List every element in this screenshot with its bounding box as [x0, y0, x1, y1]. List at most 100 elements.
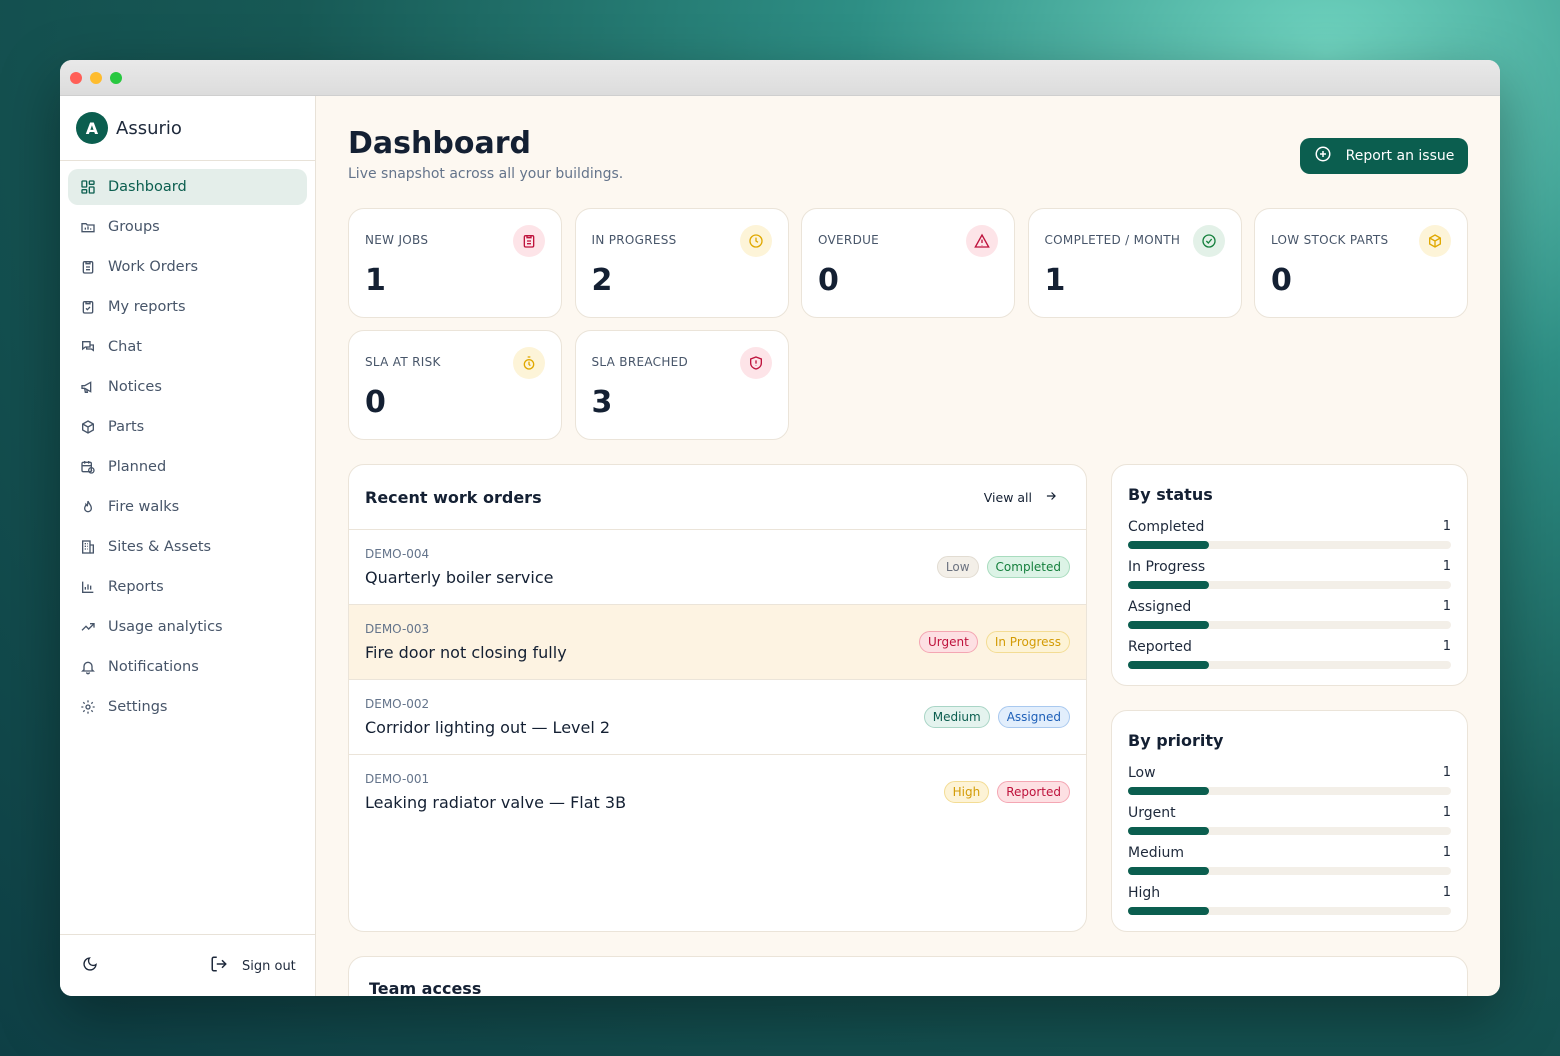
progress-fill — [1128, 541, 1209, 549]
stat-card-completed-month[interactable]: COMPLETED / MONTH 1 — [1027, 208, 1242, 318]
package-icon — [1419, 225, 1451, 257]
view-all-label: View all — [983, 490, 1032, 505]
moon-icon — [82, 956, 98, 976]
work-order-badges: Medium Assigned — [916, 706, 1070, 728]
stat-value: 3 — [591, 385, 613, 420]
status-badge: Assigned — [997, 706, 1070, 728]
stat-value: 1 — [1044, 263, 1066, 298]
stat-label: OVERDUE — [818, 233, 880, 247]
stat-card-in-progress[interactable]: IN PROGRESS 2 — [574, 208, 789, 318]
card-title: By status — [1128, 485, 1213, 504]
minimize-window-button[interactable] — [90, 72, 102, 84]
work-order-title: Fire door not closing fully — [365, 643, 567, 662]
sign-out-label: Sign out — [242, 958, 296, 974]
stat-value: 0 — [365, 385, 386, 420]
sidebar-item-notifications[interactable]: Notifications — [68, 649, 307, 685]
sidebar-item-planned[interactable]: Planned — [68, 449, 307, 485]
breakdown-label: Completed — [1128, 519, 1205, 535]
work-order-row[interactable]: DEMO-001 Leaking radiator valve — Flat 3B… — [349, 755, 1086, 830]
by-priority-card: By priority Low 1 Urgent 1 Medium 1 High 1 — [1111, 710, 1468, 932]
brand-name: Assurio — [116, 117, 182, 139]
stat-card-sla-at-risk[interactable]: SLA AT RISK 0 — [348, 330, 562, 440]
sidebar-item-groups[interactable]: Groups — [68, 209, 307, 245]
sidebar-item-sites-assets[interactable]: Sites & Assets — [68, 529, 307, 565]
sidebar-item-label: Fire walks — [108, 499, 180, 515]
close-window-button[interactable] — [70, 72, 82, 84]
priority-badge: Medium — [923, 706, 990, 728]
plus-circle-icon — [1314, 145, 1346, 167]
stat-value: 0 — [818, 263, 839, 298]
clipboard-icon — [80, 259, 96, 275]
progress-track — [1128, 581, 1451, 589]
stat-value: 1 — [365, 263, 386, 298]
sidebar-item-my-reports[interactable]: My reports — [68, 289, 307, 325]
sidebar-item-fire-walks[interactable]: Fire walks — [68, 489, 307, 525]
view-all-link[interactable]: View all — [984, 489, 1058, 506]
building-icon — [80, 539, 96, 555]
stat-card-sla-breached[interactable]: SLA BREACHED 3 — [574, 330, 789, 440]
work-order-title: Quarterly boiler service — [365, 568, 554, 587]
maximize-window-button[interactable] — [110, 72, 122, 84]
check-circle-icon — [1192, 225, 1225, 257]
breakdown-label: High — [1128, 885, 1161, 901]
sidebar-item-label: My reports — [108, 299, 186, 315]
stat-label: SLA BREACHED — [591, 355, 689, 369]
trending-up-icon — [80, 619, 96, 635]
work-order-id: DEMO-004 — [365, 547, 430, 561]
stat-card-overdue[interactable]: OVERDUE 0 — [801, 208, 1015, 318]
app-window: A Assurio Dashboard Groups Work Orders My r… — [60, 60, 1500, 996]
dashboard-icon — [80, 179, 96, 195]
breakdown-row: Reported 1 — [1128, 639, 1451, 673]
shield-alert-icon — [739, 347, 772, 379]
work-order-title: Corridor lighting out — Level 2 — [365, 718, 611, 737]
sidebar-item-parts[interactable]: Parts — [68, 409, 307, 445]
brand-logo: A — [76, 112, 108, 144]
stat-card-new-jobs[interactable]: NEW JOBS 1 — [348, 208, 562, 318]
breakdown-count: 1 — [1442, 765, 1451, 780]
breakdown-count: 1 — [1442, 805, 1451, 820]
sidebar-item-chat[interactable]: Chat — [68, 329, 307, 365]
work-order-id: DEMO-001 — [365, 772, 430, 786]
divider — [60, 934, 315, 935]
priority-badge: High — [943, 781, 990, 803]
breakdown-count: 1 — [1442, 845, 1451, 860]
sidebar-item-label: Groups — [108, 219, 160, 235]
progress-fill — [1128, 621, 1209, 629]
work-order-row[interactable]: DEMO-002 Corridor lighting out — Level 2 M… — [349, 680, 1086, 755]
stat-label: IN PROGRESS — [591, 233, 677, 247]
breakdown-label: Low — [1128, 765, 1156, 781]
breakdown-label: In Progress — [1128, 559, 1206, 575]
megaphone-icon — [80, 379, 96, 395]
work-order-badges: High Reported — [936, 781, 1070, 803]
stat-label: COMPLETED / MONTH — [1044, 233, 1181, 247]
breakdown-count: 1 — [1442, 559, 1451, 574]
progress-fill — [1128, 827, 1209, 835]
stat-card-low-stock-parts[interactable]: LOW STOCK PARTS 0 — [1254, 208, 1468, 318]
recent-work-orders-card: Recent work orders View all DEMO-004 Quar… — [348, 464, 1087, 932]
sidebar-item-reports[interactable]: Reports — [68, 569, 307, 605]
sign-out-button[interactable]: Sign out — [210, 954, 296, 978]
sidebar-item-usage-analytics[interactable]: Usage analytics — [68, 609, 307, 645]
sidebar-item-dashboard[interactable]: Dashboard — [68, 169, 307, 205]
timer-icon — [513, 347, 545, 379]
work-order-id: DEMO-003 — [365, 622, 430, 636]
sidebar-item-notices[interactable]: Notices — [68, 369, 307, 405]
work-order-badges: Urgent In Progress — [911, 631, 1070, 653]
title-bar — [60, 60, 1500, 96]
stat-label: NEW JOBS — [365, 233, 429, 247]
work-order-row[interactable]: DEMO-004 Quarterly boiler service Low Compl… — [349, 530, 1086, 605]
divider — [60, 160, 315, 161]
work-order-row[interactable]: DEMO-003 Fire door not closing fully Urgen… — [349, 605, 1086, 680]
sidebar-item-work-orders[interactable]: Work Orders — [68, 249, 307, 285]
report-issue-button[interactable]: Report an issue — [1300, 138, 1468, 174]
brand[interactable]: A Assurio — [76, 112, 182, 144]
progress-track — [1128, 661, 1451, 669]
breakdown-row: Low 1 — [1128, 765, 1451, 799]
breakdown-row: High 1 — [1128, 885, 1451, 919]
status-badge: Reported — [997, 781, 1070, 803]
sidebar-item-settings[interactable]: Settings — [68, 689, 307, 725]
bar-chart-icon — [80, 579, 96, 595]
theme-toggle-button[interactable] — [80, 956, 100, 976]
breakdown-label: Medium — [1128, 845, 1184, 861]
breakdown-row: In Progress 1 — [1128, 559, 1451, 593]
